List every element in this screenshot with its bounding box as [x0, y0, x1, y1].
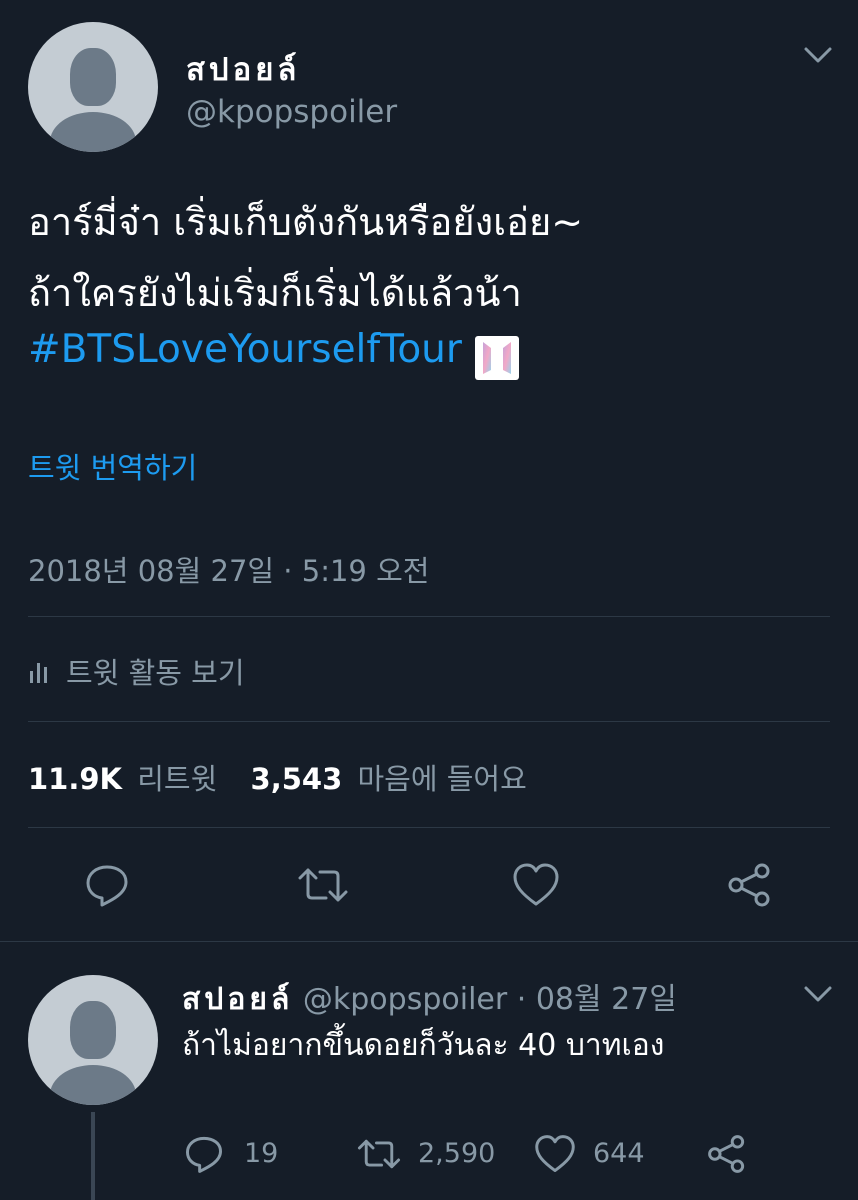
retweet-icon[interactable] — [356, 1134, 402, 1174]
avatar[interactable] — [28, 22, 158, 152]
heart-icon[interactable] — [512, 862, 560, 908]
heart-icon[interactable] — [534, 1134, 576, 1174]
hashtag-link[interactable]: #BTSLoveYourselfTour — [28, 327, 462, 372]
reply-count: 19 — [244, 1138, 279, 1169]
like-stat[interactable]: 3,543 마음에 들어요 — [251, 762, 527, 796]
divider — [28, 616, 830, 617]
thread-line — [91, 1112, 95, 1200]
display-name[interactable]: สปอยล์ — [186, 44, 300, 94]
view-activity-button[interactable]: 트윗 활동 보기 — [28, 650, 245, 692]
reply-icon[interactable] — [84, 862, 130, 908]
retweet-count: 11.9K — [28, 762, 123, 796]
retweet-count: 2,590 — [418, 1138, 496, 1169]
share-icon[interactable] — [726, 862, 774, 908]
activity-label: 트윗 활동 보기 — [66, 656, 245, 690]
divider — [28, 827, 830, 828]
bar-chart-icon — [28, 657, 52, 685]
reply-text: ถ้าไม่อยากขึ้นดอยก็วันละ 40 บาทเอง — [182, 1028, 665, 1063]
reply-avatar[interactable] — [28, 975, 158, 1105]
retweet-stat[interactable]: 11.9K 리트윗 — [28, 762, 227, 796]
section-divider — [0, 941, 858, 942]
tweet-text-line2: ถ้าใครยังไม่เริ่มก็เริ่มได้แล้วน้า — [28, 271, 522, 315]
like-count: 3,543 — [250, 762, 343, 796]
retweet-label: 리트윗 — [137, 762, 218, 796]
share-icon[interactable] — [706, 1134, 748, 1174]
chevron-down-icon[interactable] — [803, 983, 833, 1005]
reply-handle[interactable]: @kpopspoiler — [303, 982, 507, 1017]
bts-emoji-icon — [475, 335, 520, 380]
handle[interactable]: @kpopspoiler — [186, 94, 397, 130]
retweet-icon[interactable] — [296, 862, 350, 908]
like-label: 마음에 들어요 — [357, 762, 527, 796]
translate-link[interactable]: 트윗 번역하기 — [28, 445, 197, 487]
reply-icon[interactable] — [184, 1134, 224, 1174]
divider — [28, 721, 830, 722]
like-count: 644 — [593, 1138, 645, 1169]
timestamp[interactable]: 2018년 08월 27일 · 5:19 오전 — [28, 548, 429, 590]
engagement-stats: 11.9K 리트윗 3,543 마음에 들어요 — [28, 756, 527, 798]
chevron-down-icon[interactable] — [803, 44, 833, 66]
reply-display-name[interactable]: สปอยล์ — [182, 982, 293, 1017]
reply-date[interactable]: · 08월 27일 — [517, 982, 677, 1017]
tweet-text-line1: อาร์มี่จ๋า เริ่มเก็บตังกันหรือยังเอ่ย~ — [28, 200, 584, 244]
